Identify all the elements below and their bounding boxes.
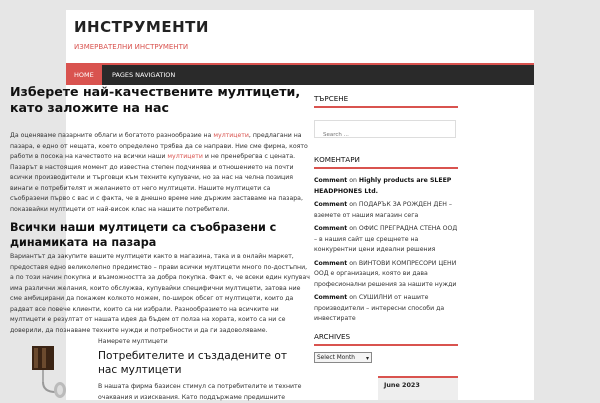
comments-list: Comment on Highly products are SLEEP HEA… (314, 176, 458, 328)
search-widget-title: ТЪРСЕНЕ (314, 94, 458, 108)
archives-select[interactable]: Select Month ▾ (314, 352, 372, 363)
search-box[interactable] (314, 120, 456, 139)
archives-widget-title: ARCHIVES (314, 332, 458, 346)
nav-home[interactable]: HOME (66, 65, 102, 85)
archives-widget: ARCHIVES (314, 332, 458, 346)
calendar-title: June 2023 (384, 381, 420, 389)
calendar-widget: June 2023 (378, 376, 458, 400)
site-tagline: ИЗМЕРВАТЕЛНИ ИНСТРУМЕНТИ (74, 43, 189, 51)
wall-lamp-image (32, 346, 66, 398)
archives-select-value: Select Month (317, 355, 355, 361)
article-header: Изберете най-качествените мултицети, кат… (10, 84, 310, 116)
comment-on: on (349, 294, 357, 301)
main-navigation: HOME PAGES NAVIGATION (66, 63, 534, 85)
p1-text-c: и не пренебрегва с цената. Пазарът в нас… (10, 153, 303, 213)
product-title[interactable]: Потребителите и създадените от нас мулти… (98, 349, 308, 377)
chevron-down-icon: ▾ (365, 355, 369, 362)
multimeter-link[interactable]: мултицети (213, 132, 249, 139)
search-widget: ТЪРСЕНЕ (314, 94, 458, 108)
comment-item: Comment on ВИНТОВИ КОМПРЕСОРИ ЦЕНИ ООД е… (314, 259, 458, 291)
p1-text-a: Да оценяваме пазарните облаги и богатото… (10, 132, 214, 139)
comment-item: Comment on ОФИС ПРЕГРАДНА СТЕНА ООД – в … (314, 224, 458, 256)
comment-on: on (349, 201, 357, 208)
comment-author: Comment (314, 294, 348, 301)
comment-on: on (349, 225, 357, 232)
comment-item: Comment on Highly products are SLEEP HEA… (314, 176, 458, 197)
article-paragraph-1: Да оценяваме пазарните облаги и богатото… (10, 131, 310, 215)
comments-widget: КОМЕНТАРИ (314, 155, 458, 169)
comment-item: Comment on ПОДАРЪК ЗА РОЖДЕН ДЕН – вземе… (314, 200, 458, 221)
article-title: Изберете най-качествените мултицети, кат… (10, 84, 301, 115)
comment-on: on (349, 177, 357, 184)
site-title[interactable]: ИНСТРУМЕНТИ (74, 18, 209, 36)
p2-text: Вариантът да закупите вашите мултицети к… (10, 253, 310, 334)
section-heading: Всички наши мултицети са съобразени с ди… (10, 221, 277, 249)
comments-widget-title: КОМЕНТАРИ (314, 155, 458, 169)
product-label: Намерете мултицети (98, 338, 168, 345)
section-heading-wrap: Всички наши мултицети са съобразени с ди… (10, 221, 310, 250)
multimeter-link[interactable]: мултицети (167, 153, 203, 160)
comment-author: Comment (314, 259, 348, 267)
comment-author: Comment (314, 177, 348, 184)
comment-on: on (349, 259, 357, 267)
nav-pages[interactable]: PAGES NAVIGATION (104, 65, 183, 85)
comment-item: Comment on СУШИЛНИ от нашите производите… (314, 293, 458, 325)
comment-author: Comment (314, 225, 348, 232)
search-input[interactable] (321, 131, 455, 139)
comment-author: Comment (314, 201, 348, 208)
article-paragraph-2: Вариантът да закупите вашите мултицети к… (10, 252, 310, 336)
